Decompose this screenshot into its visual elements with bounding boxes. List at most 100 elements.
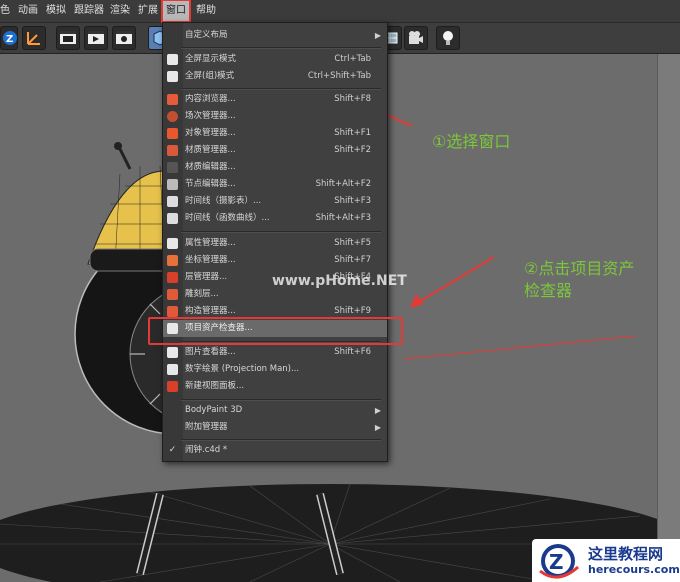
menu-item-material-editor[interactable]: 材质编辑器...: [163, 159, 387, 176]
menu-item-label: 坐标管理器...: [185, 255, 236, 265]
menu-item-label: BodyPaint 3D: [185, 405, 243, 415]
menu-item-content-browser[interactable]: 内容浏览器... Shift+F8: [163, 91, 387, 108]
menu-item-label: 时间线（摄影表）...: [185, 196, 262, 206]
menu-extensions[interactable]: 扩展: [138, 0, 158, 22]
menu-item-shortcut: Ctrl+Tab: [334, 54, 371, 64]
menu-render[interactable]: 渲染: [110, 0, 130, 22]
menu-item-label: 新建视图面板...: [185, 381, 245, 391]
new-view-panel-icon: [167, 381, 178, 392]
fullscreen-icon: [167, 54, 178, 65]
menu-item-shortcut: Shift+F8: [334, 94, 371, 104]
menu-item-bodypaint[interactable]: BodyPaint 3D ▶: [163, 402, 387, 419]
svg-text:Z: Z: [6, 34, 13, 45]
object-manager-icon: [167, 128, 178, 139]
logo-z-icon: Z: [539, 544, 580, 579]
menu-item-label: 图片查看器...: [185, 347, 236, 357]
menu-item-custom-layout[interactable]: 自定义布局 ▶: [163, 27, 387, 44]
menu-item-node-editor[interactable]: 节点编辑器... Shift+Alt+F2: [163, 176, 387, 193]
menu-item-take-manager[interactable]: 场次管理器...: [163, 108, 387, 125]
menu-item-label: 时间线（函数曲线）...: [185, 213, 270, 223]
logo-url: herecours.com: [588, 563, 680, 576]
menu-item-object-manager[interactable]: 对象管理器... Shift+F1: [163, 125, 387, 142]
checkmark-icon: ✓: [168, 445, 177, 455]
layer-manager-icon: [167, 272, 178, 283]
fullscreen-group-icon: [167, 71, 178, 82]
menu-item-projection-man[interactable]: 数字绘景 (Projection Man)...: [163, 361, 387, 378]
menu-separator: [181, 88, 381, 90]
attribute-manager-icon: [167, 238, 178, 249]
render-settings-icon[interactable]: [112, 26, 136, 50]
menu-item-label: 数字绘景 (Projection Man)...: [185, 364, 300, 374]
menu-window[interactable]: 窗口: [161, 0, 191, 23]
z-axis-icon[interactable]: Z: [0, 26, 18, 50]
menu-item-label: 雕刻层...: [185, 289, 219, 299]
menu-item-extra-managers[interactable]: 附加管理器 ▶: [163, 419, 387, 436]
render-view-icon[interactable]: [56, 26, 80, 50]
menu-item-label: 自定义布局: [185, 30, 228, 40]
annotation-step2-line2: 检查器: [524, 281, 573, 300]
world-coords-icon[interactable]: [22, 26, 46, 50]
menu-item-timeline-dopesheet[interactable]: 时间线（摄影表）... Shift+F3: [163, 193, 387, 210]
structure-manager-icon: [167, 306, 178, 317]
menu-simulate[interactable]: 模拟: [46, 0, 66, 22]
menu-item-shortcut: Shift+F3: [334, 196, 371, 206]
menu-item-coordinate-manager[interactable]: 坐标管理器... Shift+F7: [163, 252, 387, 269]
menu-item-label: 层管理器...: [185, 272, 228, 282]
material-manager-icon: [167, 145, 178, 156]
logo-title: 这里教程网: [588, 545, 664, 563]
menu-item-label: 属性管理器...: [185, 238, 236, 248]
menu-item-attribute-manager[interactable]: 属性管理器... Shift+F5: [163, 235, 387, 252]
menu-item-shortcut: Shift+F1: [334, 128, 371, 138]
site-logo: Z 这里教程网 herecours.com: [532, 539, 680, 582]
menu-item-label: 闹钟.c4d *: [185, 445, 228, 455]
menu-item-fullscreen[interactable]: 全屏显示模式 Ctrl+Tab: [163, 51, 387, 68]
menu-item-timeline-fcurve[interactable]: 时间线（函数曲线）... Shift+Alt+F3: [163, 210, 387, 227]
menu-item-shortcut: Shift+Alt+F2: [315, 179, 371, 189]
material-editor-icon: [167, 162, 178, 173]
menu-item-label: 材质编辑器...: [185, 162, 236, 172]
menu-item-new-view-panel[interactable]: 新建视图面板...: [163, 378, 387, 395]
viewport-scrollbar[interactable]: [657, 54, 680, 582]
annotation-step1: ①选择窗口: [432, 132, 511, 151]
menu-item-material-manager[interactable]: 材质管理器... Shift+F2: [163, 142, 387, 159]
annotation-step2-line1: ②点击项目资产: [524, 259, 635, 278]
menu-animate[interactable]: 动画: [18, 0, 38, 22]
menu-item-shortcut: Shift+F7: [334, 255, 371, 265]
light-icon[interactable]: [436, 26, 460, 50]
menu-item-label: 全屏(组)模式: [185, 71, 235, 81]
content-browser-icon: [167, 94, 178, 105]
render-to-picture-viewer-icon[interactable]: [84, 26, 108, 50]
watermark: www.pHome.NET: [272, 273, 407, 289]
menu-item-label: 内容浏览器...: [185, 94, 236, 104]
menu-item-shortcut: Shift+Alt+F3: [315, 213, 371, 223]
highlight-box: [148, 317, 403, 345]
coordinate-manager-icon: [167, 255, 178, 266]
menu-item-shortcut: Ctrl+Shift+Tab: [307, 71, 371, 81]
menu-color[interactable]: 色: [0, 0, 10, 22]
menu-item-label: 材质管理器...: [185, 145, 236, 155]
menu-item-label: 全屏显示模式: [185, 54, 237, 64]
menu-item-label: 场次管理器...: [185, 111, 236, 121]
menu-separator: [181, 231, 381, 233]
timeline-fcurve-icon: [167, 213, 178, 224]
camera-icon[interactable]: [404, 26, 428, 50]
submenu-arrow-icon: ▶: [374, 406, 381, 415]
menu-tracker[interactable]: 跟踪器: [74, 0, 104, 22]
menu-item-picture-viewer[interactable]: 图片查看器... Shift+F6: [163, 344, 387, 361]
svg-text:Z: Z: [549, 550, 564, 574]
menu-item-shortcut: Shift+F2: [334, 145, 371, 155]
node-editor-icon: [167, 179, 178, 190]
menu-item-open-document[interactable]: ✓ 闹钟.c4d *: [163, 442, 387, 459]
window-menu-dropdown: 自定义布局 ▶ 全屏显示模式 Ctrl+Tab 全屏(组)模式 Ctrl+Shi…: [162, 22, 388, 462]
menu-help[interactable]: 帮助: [196, 0, 216, 22]
submenu-arrow-icon: ▶: [374, 423, 381, 432]
picture-viewer-icon: [167, 347, 178, 358]
projection-man-icon: [167, 364, 178, 375]
menu-item-label: 节点编辑器...: [185, 179, 236, 189]
menu-separator: [181, 439, 381, 441]
sculpt-layers-icon: [167, 289, 178, 300]
menu-item-label: 对象管理器...: [185, 128, 236, 138]
menubar: 色 动画 模拟 跟踪器 渲染 扩展 窗口 帮助: [0, 0, 680, 23]
submenu-arrow-icon: ▶: [374, 31, 381, 40]
menu-item-fullscreen-group[interactable]: 全屏(组)模式 Ctrl+Shift+Tab: [163, 68, 387, 85]
